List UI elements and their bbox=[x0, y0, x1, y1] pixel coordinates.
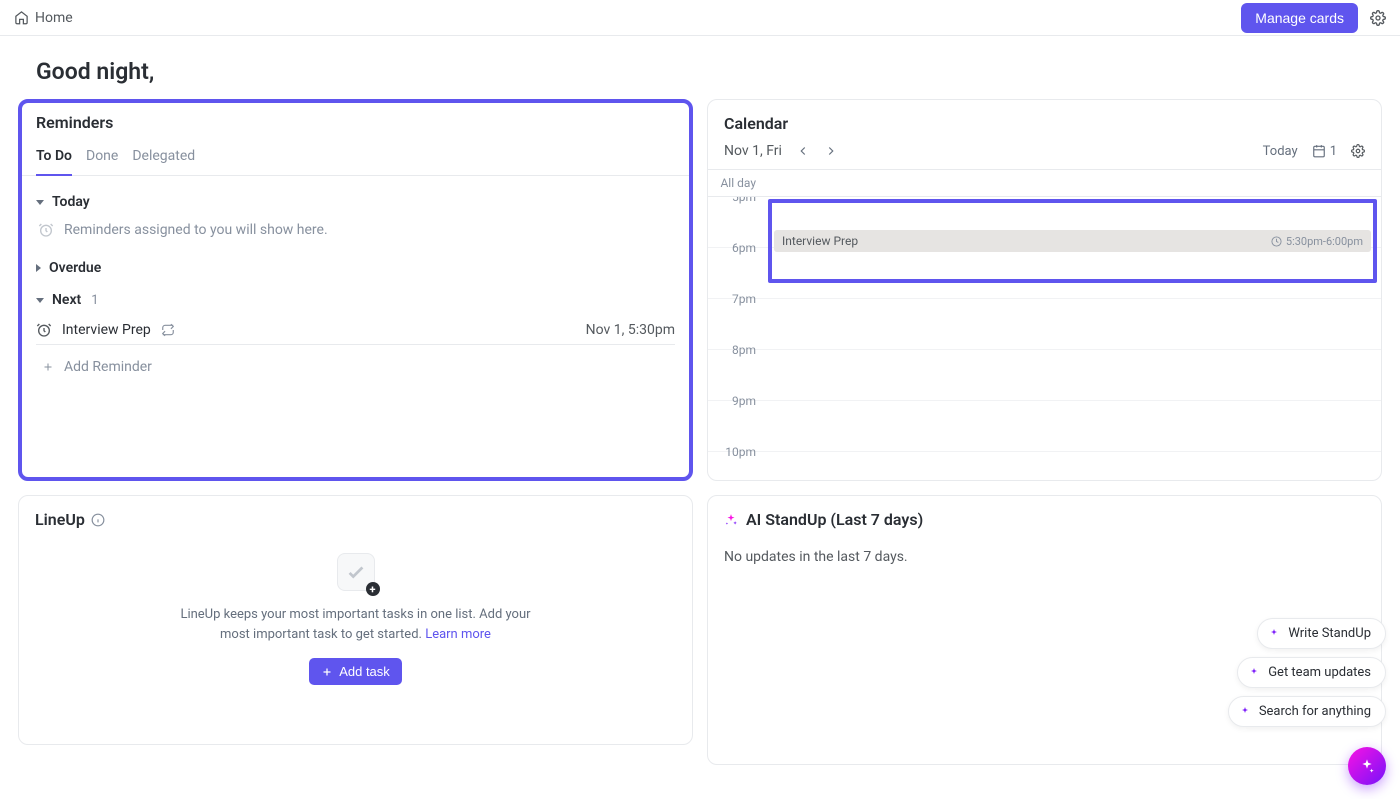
lineup-title-row: LineUp bbox=[19, 496, 692, 539]
time-label: 9pm bbox=[708, 394, 766, 444]
time-label: 5pm bbox=[708, 197, 766, 240]
allday-label: All day bbox=[708, 170, 766, 196]
sparkle-icon bbox=[1359, 758, 1375, 774]
timeline[interactable]: 5pm 6pm 7pm 8pm 9pm 10pm Interview Prep … bbox=[708, 197, 1381, 473]
sparkle-icon bbox=[1268, 628, 1280, 640]
greeting: Good night, bbox=[0, 36, 1400, 99]
sparkle-icon bbox=[724, 513, 738, 527]
standup-title: AI StandUp (Last 7 days) bbox=[746, 510, 923, 529]
allday-row: All day bbox=[708, 170, 1381, 197]
lineup-card: LineUp + LineUp keeps your most importan… bbox=[18, 495, 693, 745]
calendar-icon bbox=[1312, 144, 1326, 158]
standup-title-row: AI StandUp (Last 7 days) bbox=[708, 496, 1381, 539]
day-count: 1 bbox=[1330, 144, 1337, 159]
section-overdue-label: Overdue bbox=[49, 260, 101, 276]
dashboard-grid: Reminders To Do Done Delegated Today Rem… bbox=[0, 99, 1400, 765]
time-label: 7pm bbox=[708, 292, 766, 342]
ai-fab-button[interactable] bbox=[1348, 747, 1386, 785]
clock-icon bbox=[1271, 236, 1282, 247]
lineup-body: + LineUp keeps your most important tasks… bbox=[19, 539, 692, 685]
reminder-item[interactable]: Interview Prep Nov 1, 5:30pm bbox=[36, 316, 675, 345]
day-view-indicator[interactable]: 1 bbox=[1312, 144, 1337, 159]
standup-body: No updates in the last 7 days. bbox=[708, 539, 1381, 575]
reminder-title: Interview Prep bbox=[62, 322, 151, 338]
home-icon bbox=[14, 10, 29, 25]
plus-icon bbox=[321, 666, 333, 678]
home-label: Home bbox=[35, 10, 73, 26]
today-empty: Reminders assigned to you will show here… bbox=[36, 218, 675, 252]
add-reminder-label: Add Reminder bbox=[64, 359, 152, 375]
calendar-date: Nov 1, Fri bbox=[724, 143, 782, 159]
pill-label: Search for anything bbox=[1259, 704, 1371, 719]
learn-more-link[interactable]: Learn more bbox=[425, 627, 491, 642]
quick-actions: Write StandUp Get team updates Search fo… bbox=[1228, 618, 1386, 727]
event-time: 5:30pm-6:00pm bbox=[1286, 235, 1363, 248]
chevron-right-icon bbox=[36, 264, 41, 272]
plus-icon bbox=[42, 361, 54, 373]
calendar-event[interactable]: Interview Prep 5:30pm-6:00pm bbox=[774, 230, 1371, 252]
allday-body[interactable] bbox=[766, 170, 1381, 192]
section-next[interactable]: Next 1 bbox=[36, 284, 675, 316]
section-today-label: Today bbox=[52, 194, 90, 210]
alarm-icon bbox=[38, 222, 54, 238]
pill-label: Write StandUp bbox=[1288, 626, 1371, 641]
reminder-due: Nov 1, 5:30pm bbox=[586, 322, 675, 338]
sparkle-icon bbox=[1248, 667, 1260, 679]
pill-label: Get team updates bbox=[1268, 665, 1371, 680]
time-label: 10pm bbox=[708, 445, 766, 473]
reminders-title: Reminders bbox=[22, 103, 689, 140]
calendar-header: Nov 1, Fri Today 1 bbox=[708, 143, 1381, 170]
today-button[interactable]: Today bbox=[1263, 144, 1298, 159]
time-label: 6pm bbox=[708, 241, 766, 291]
topbar-actions: Manage cards bbox=[1241, 3, 1386, 33]
search-anything-button[interactable]: Search for anything bbox=[1228, 696, 1386, 727]
alarm-icon bbox=[36, 322, 52, 338]
prev-day-button[interactable] bbox=[796, 144, 810, 158]
breadcrumb[interactable]: Home bbox=[14, 10, 73, 26]
tab-done[interactable]: Done bbox=[86, 140, 118, 176]
next-day-button[interactable] bbox=[824, 144, 838, 158]
tab-delegated[interactable]: Delegated bbox=[132, 140, 195, 176]
event-title: Interview Prep bbox=[782, 234, 858, 248]
chevron-down-icon bbox=[36, 200, 44, 205]
sparkle-icon bbox=[1239, 706, 1251, 718]
check-icon bbox=[345, 561, 367, 583]
topbar: Home Manage cards bbox=[0, 0, 1400, 36]
write-standup-button[interactable]: Write StandUp bbox=[1257, 618, 1386, 649]
reminders-tabs: To Do Done Delegated bbox=[22, 140, 689, 176]
lineup-title: LineUp bbox=[35, 510, 85, 529]
gear-icon[interactable] bbox=[1370, 10, 1386, 26]
time-label: 8pm bbox=[708, 343, 766, 393]
recurring-icon bbox=[161, 323, 175, 337]
calendar-title: Calendar bbox=[708, 100, 1381, 143]
next-count: 1 bbox=[91, 293, 98, 308]
add-task-button[interactable]: Add task bbox=[309, 658, 402, 685]
tab-todo[interactable]: To Do bbox=[36, 140, 72, 176]
lineup-empty-icon: + bbox=[337, 553, 375, 591]
chevron-down-icon bbox=[36, 298, 44, 303]
plus-badge-icon: + bbox=[366, 582, 380, 596]
manage-cards-button[interactable]: Manage cards bbox=[1241, 3, 1358, 33]
get-team-updates-button[interactable]: Get team updates bbox=[1237, 657, 1386, 688]
calendar-settings-icon[interactable] bbox=[1351, 144, 1365, 158]
reminders-card: Reminders To Do Done Delegated Today Rem… bbox=[18, 99, 693, 481]
lineup-desc: LineUp keeps your most important tasks i… bbox=[176, 605, 536, 644]
info-icon[interactable] bbox=[91, 513, 105, 527]
calendar-card: Calendar Nov 1, Fri Today 1 All day 5pm bbox=[707, 99, 1382, 481]
add-task-label: Add task bbox=[339, 664, 390, 679]
reminders-body: Today Reminders assigned to you will sho… bbox=[22, 176, 689, 385]
section-next-label: Next bbox=[52, 292, 81, 308]
section-today[interactable]: Today bbox=[36, 186, 675, 218]
add-reminder-button[interactable]: Add Reminder bbox=[36, 349, 675, 375]
section-overdue[interactable]: Overdue bbox=[36, 252, 675, 284]
today-empty-text: Reminders assigned to you will show here… bbox=[64, 222, 328, 238]
